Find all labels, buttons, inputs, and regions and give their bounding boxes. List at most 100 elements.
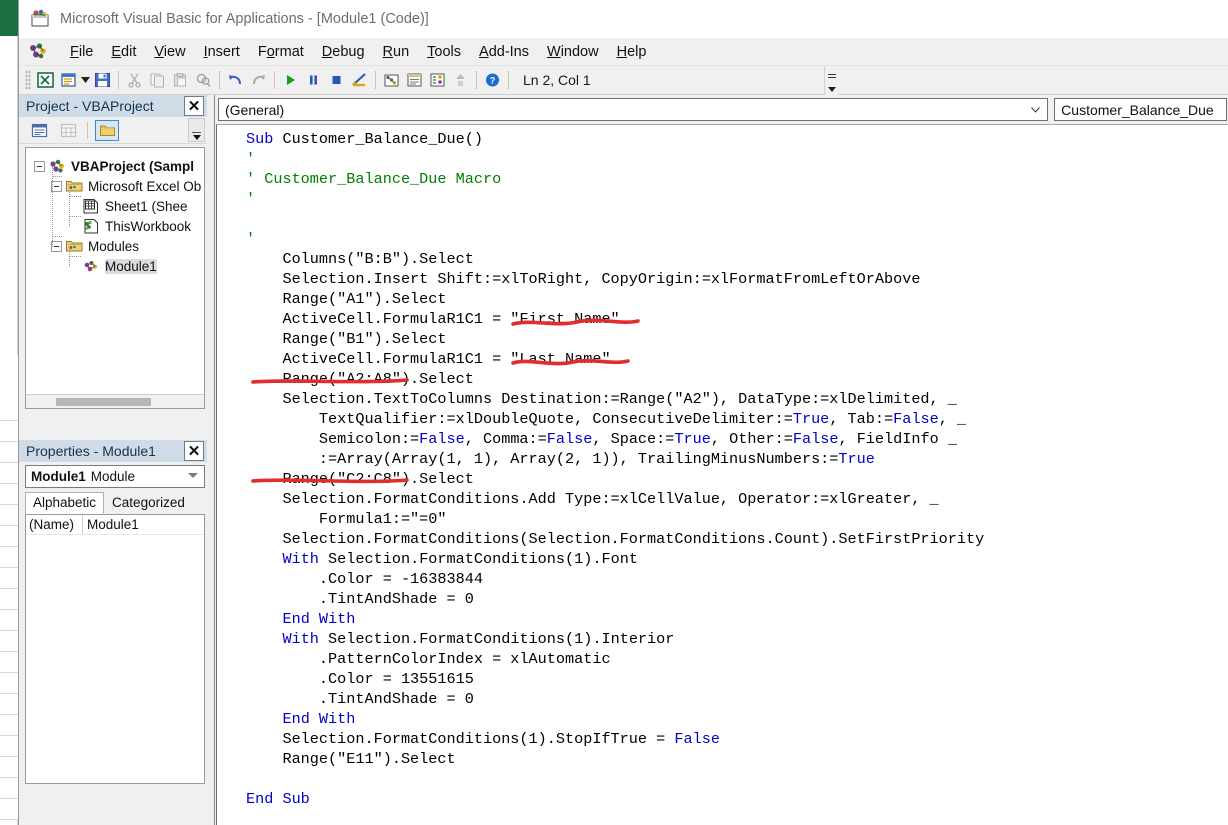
properties-tabs: Alphabetic Categorized (25, 492, 205, 514)
redo-icon[interactable] (247, 69, 270, 91)
folder-icon (65, 178, 84, 195)
tree-connector (69, 256, 81, 257)
tree-connector (52, 167, 53, 247)
save-icon[interactable] (91, 69, 114, 91)
properties-pane-title: Properties - Module1 (26, 443, 156, 459)
insert-module-icon[interactable] (57, 69, 80, 91)
properties-object-name: Module1 (31, 469, 86, 484)
tab-alphabetic[interactable]: Alphabetic (25, 492, 105, 514)
tab-categorized[interactable]: Categorized (104, 492, 193, 514)
properties-grid[interactable]: (Name) Module1 (25, 514, 205, 784)
tree-item-vbaproject[interactable]: VBAProject (Sampl (30, 156, 204, 176)
object-dropdown-value: (General) (225, 101, 285, 118)
menu-format[interactable]: Format (249, 42, 313, 62)
expander-icon[interactable] (34, 160, 45, 172)
paste-icon[interactable] (169, 69, 192, 91)
toolbar-grip[interactable] (25, 70, 31, 90)
object-dropdown[interactable]: (General) (218, 98, 1049, 121)
property-row-name[interactable]: (Name) Module1 (26, 515, 204, 535)
properties-window-icon[interactable] (403, 69, 426, 91)
tree-label: Module1 (105, 258, 157, 274)
tree-item-modules[interactable]: Modules (30, 236, 204, 256)
design-mode-icon[interactable] (348, 69, 371, 91)
code-window-combos: (General) Customer_Balance_Due (216, 95, 1228, 124)
menu-addins[interactable]: Add-Ins (470, 42, 538, 62)
procedure-dropdown[interactable]: Customer_Balance_Due (1054, 98, 1227, 121)
menu-window[interactable]: Window (538, 42, 608, 62)
toolbar-separator (118, 71, 119, 89)
project-toolbar-separator (87, 121, 88, 139)
menu-tools[interactable]: Tools (418, 42, 470, 62)
tree-connector (52, 176, 62, 177)
pause-icon[interactable] (302, 69, 325, 91)
cut-icon[interactable] (123, 69, 146, 91)
tree-label: VBAProject (Sampl (71, 158, 195, 174)
code-window: (General) Customer_Balance_Due Sub Custo… (216, 95, 1228, 825)
toggle-folders-icon[interactable] (95, 119, 119, 141)
toolbar-separator (219, 71, 220, 89)
code-text[interactable]: Sub Customer_Balance_Due() ' ' Customer_… (246, 129, 984, 809)
project-pane-close-button[interactable]: ✕ (184, 96, 204, 116)
menu-run[interactable]: Run (374, 42, 419, 62)
properties-pane-close-button[interactable]: ✕ (184, 441, 204, 461)
insert-dropdown-caret-icon[interactable] (80, 69, 91, 91)
menu-help[interactable]: Help (608, 42, 656, 62)
tree-label: ThisWorkbook (105, 218, 192, 234)
project-toolbar-overflow[interactable] (188, 118, 205, 142)
properties-pane-titlebar: Properties - Module1 ✕ (19, 440, 207, 462)
vba-excel-icon (29, 9, 51, 29)
tree-connector (69, 196, 81, 197)
toolbox-icon[interactable] (449, 69, 472, 91)
tree-item-module1[interactable]: Module1 (30, 256, 204, 276)
code-margin-indicator-bar (217, 125, 245, 825)
view-code-icon[interactable] (27, 120, 51, 141)
scrollbar-thumb[interactable] (56, 398, 151, 406)
tree-item-sheet1[interactable]: Sheet1 (Shee (30, 196, 204, 216)
titlebar: Microsoft Visual Basic for Applications … (19, 0, 1228, 38)
menu-edit[interactable]: Edit (102, 42, 145, 62)
tree-item-thisworkbook[interactable]: ThisWorkbook (30, 216, 204, 236)
chevron-down-icon[interactable] (188, 473, 198, 478)
vba-logo-icon (27, 42, 49, 62)
property-key: (Name) (26, 515, 83, 534)
workarea: Project - VBAProject ✕ VBAProject (Sampl… (19, 95, 1228, 825)
project-tree[interactable]: VBAProject (Sampl Microsoft Excel Ob She… (25, 147, 205, 409)
workbook-icon (82, 218, 101, 235)
worksheet-icon (82, 198, 101, 215)
excel-row-headers-sliver (0, 400, 18, 825)
stop-icon[interactable] (325, 69, 348, 91)
left-dock: Project - VBAProject ✕ VBAProject (Sampl… (19, 95, 207, 825)
find-icon[interactable] (192, 69, 215, 91)
properties-object-combo[interactable]: Module1 Module (25, 465, 205, 488)
tree-item-excel-objects[interactable]: Microsoft Excel Ob (30, 176, 204, 196)
chevron-down-icon[interactable] (1031, 107, 1041, 113)
undo-icon[interactable] (224, 69, 247, 91)
code-editor[interactable]: Sub Customer_Balance_Due() ' ' Customer_… (216, 124, 1228, 825)
menu-file[interactable]: File (61, 42, 102, 62)
menu-debug[interactable]: Debug (313, 42, 374, 62)
tree-connector (69, 247, 70, 267)
project-tree-hscrollbar[interactable] (26, 394, 204, 408)
tree-label: Modules (88, 238, 140, 254)
tree-label: Microsoft Excel Ob (88, 178, 202, 194)
tree-connector (52, 236, 62, 237)
run-icon[interactable] (279, 69, 302, 91)
toolbar-overflow-button[interactable] (824, 66, 838, 95)
tree-label: Sheet1 (Shee (105, 198, 188, 214)
property-value[interactable]: Module1 (83, 515, 139, 534)
project-explorer-icon[interactable] (380, 69, 403, 91)
view-excel-icon[interactable] (34, 69, 57, 91)
tree-connector (69, 216, 81, 217)
copy-icon[interactable] (146, 69, 169, 91)
menu-view[interactable]: View (145, 42, 194, 62)
menu-insert[interactable]: Insert (195, 42, 249, 62)
project-pane-toolbar (19, 117, 207, 144)
vertical-splitter[interactable] (207, 95, 215, 825)
object-browser-icon[interactable] (426, 69, 449, 91)
vba-editor-screenshot: Microsoft Visual Basic for Applications … (0, 0, 1228, 825)
toolbar-separator (508, 71, 509, 89)
help-icon[interactable]: ? (481, 69, 504, 91)
view-object-icon[interactable] (56, 120, 80, 141)
folder-icon (65, 238, 84, 255)
pane-splitter[interactable] (19, 428, 207, 438)
